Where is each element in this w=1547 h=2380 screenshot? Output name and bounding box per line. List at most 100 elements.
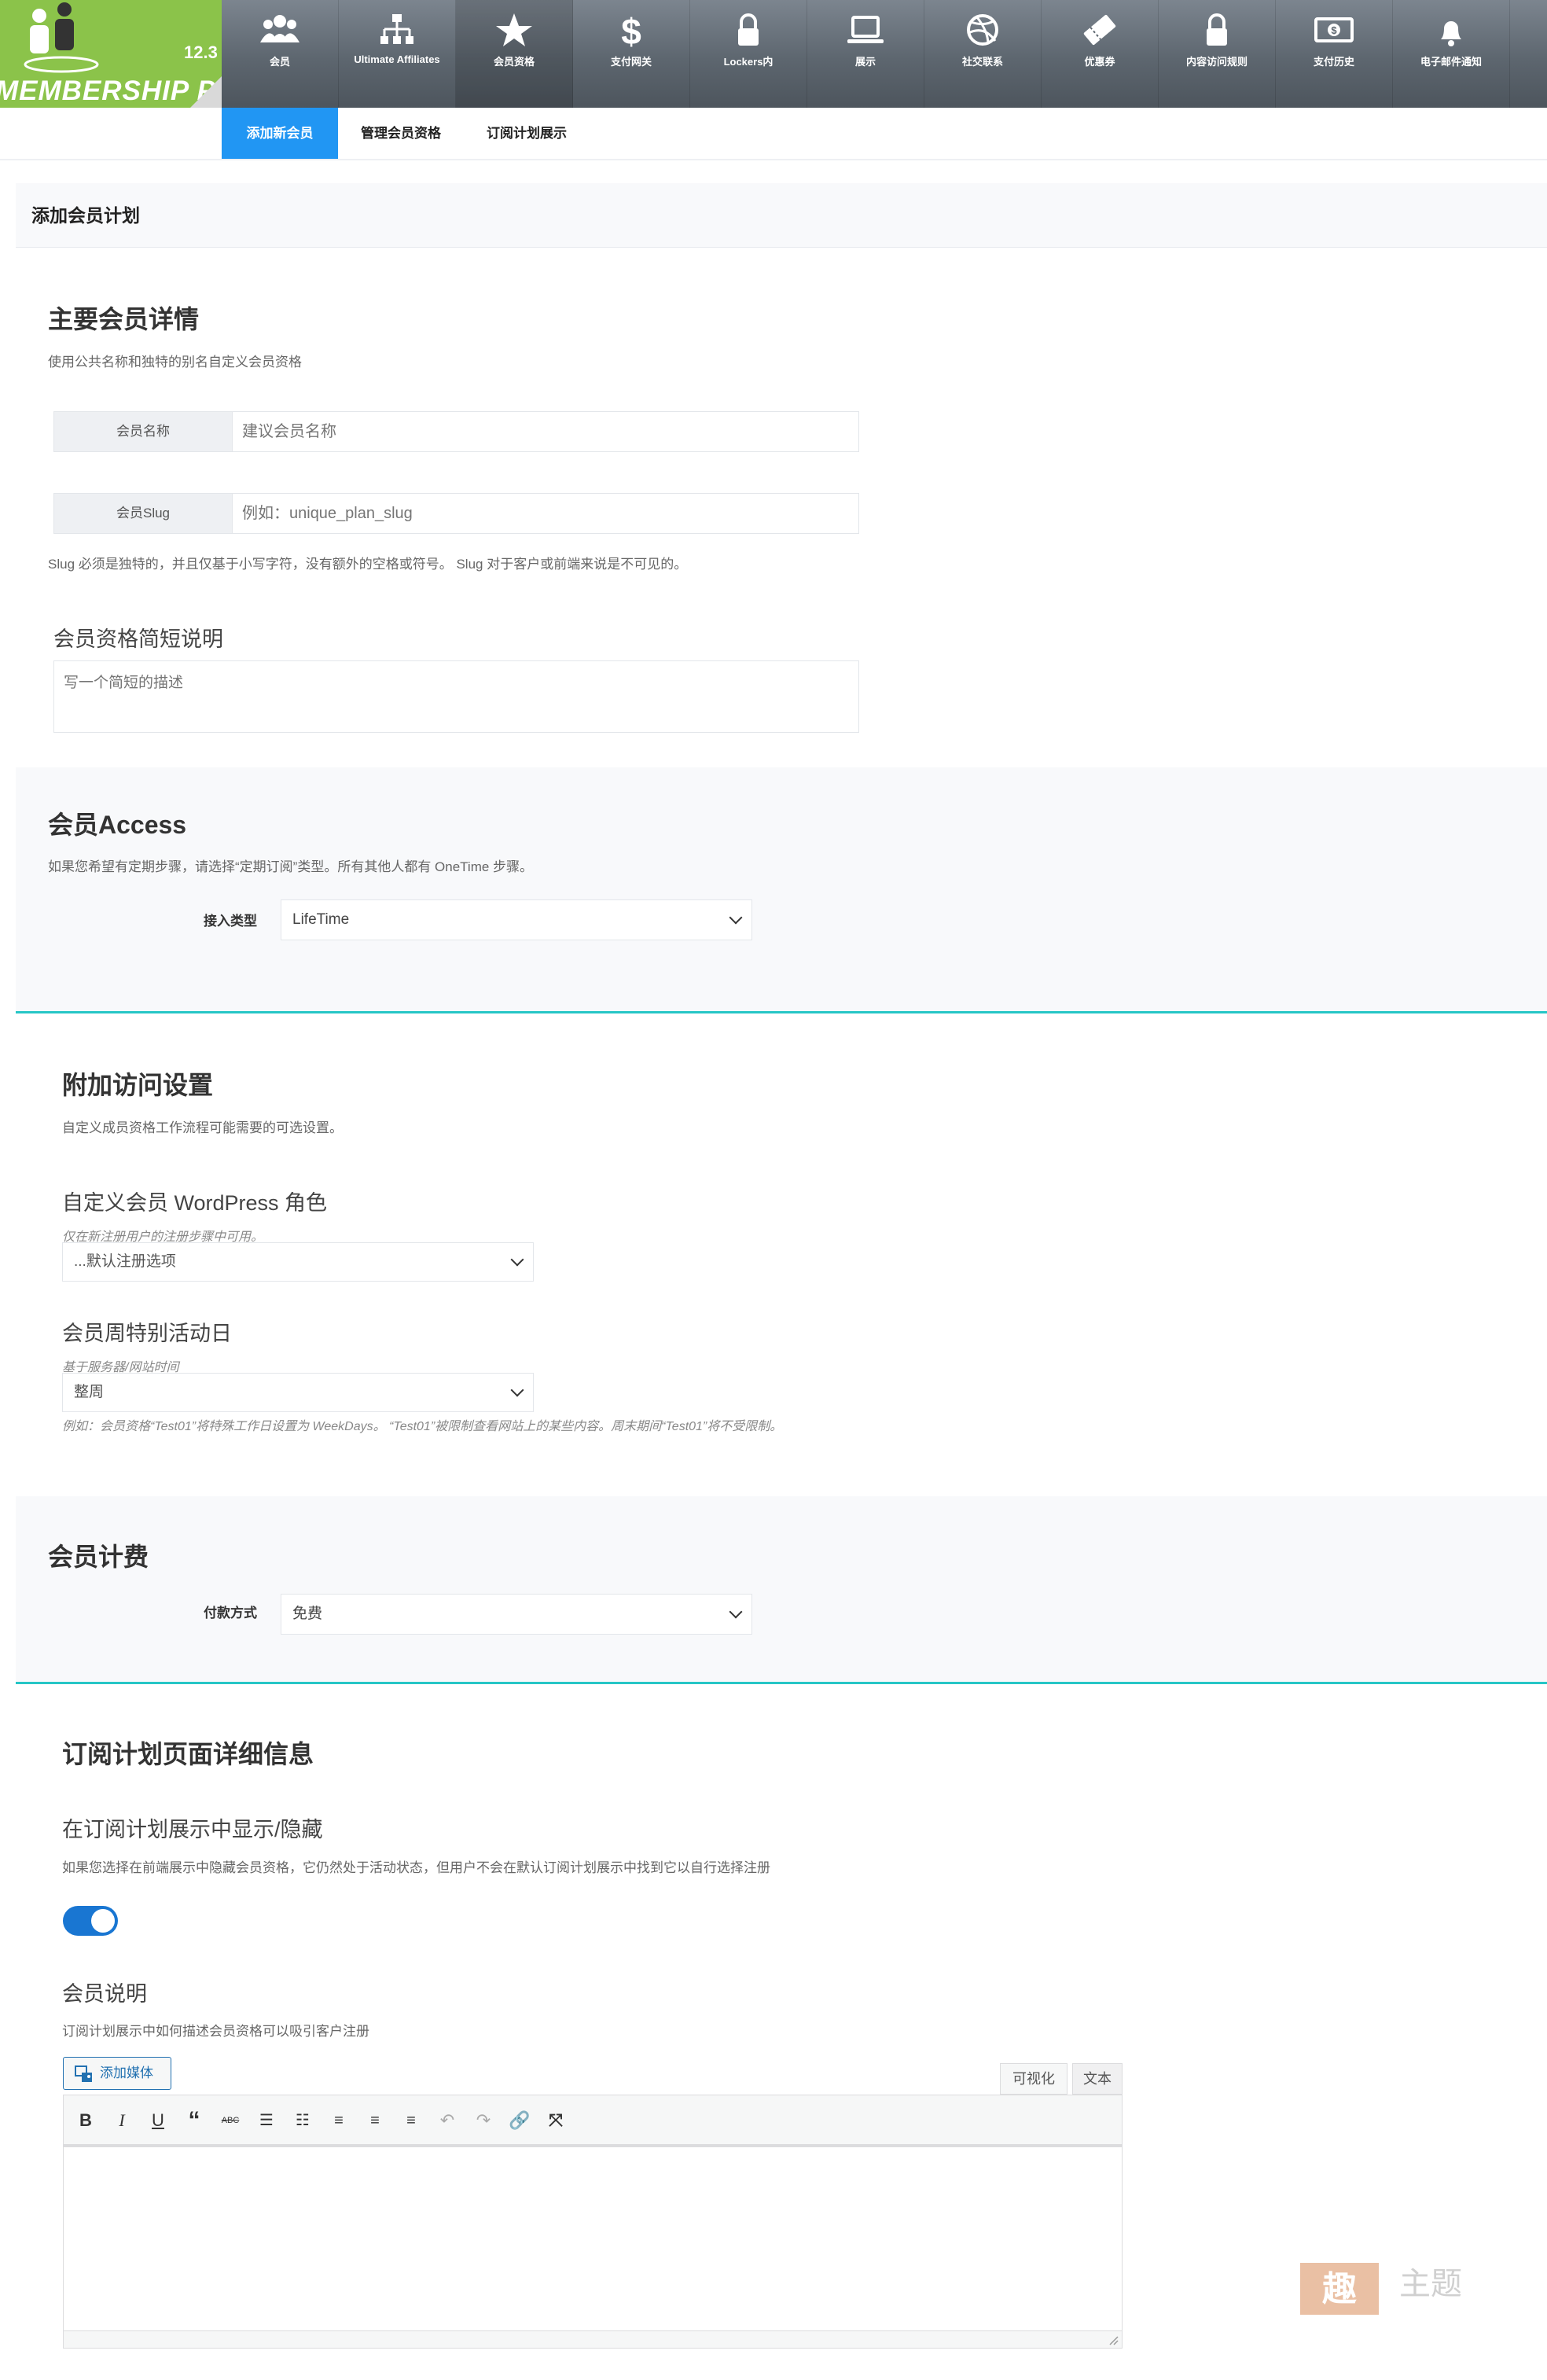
section-title: 会员计费 [48, 1543, 149, 1571]
short-description-textarea[interactable] [53, 660, 859, 733]
strikethrough-icon[interactable]: ABC [216, 2106, 244, 2135]
show-hide-title: 在订阅计划展示中显示/隐藏 [62, 1818, 323, 1841]
wordpress-role-select[interactable]: ...默认注册选项 [62, 1242, 534, 1282]
nav-item-memberships[interactable]: 会员资格 [456, 0, 573, 108]
weekday-example: 例如：会员资格“Test01”将特殊工作日设置为 WeekDays。 “Test… [62, 1420, 783, 1433]
member-description-title: 会员说明 [62, 1982, 147, 2006]
chevron-down-icon [729, 1605, 743, 1619]
editor-resize-bar[interactable] [63, 2331, 1123, 2349]
users-icon [260, 15, 299, 42]
italic-icon[interactable]: I [108, 2106, 136, 2135]
blockquote-icon[interactable]: “ [180, 2106, 208, 2135]
membership-slug-input[interactable] [232, 493, 859, 534]
bold-icon[interactable]: B [72, 2106, 100, 2135]
undo-icon[interactable]: ↶ [433, 2106, 461, 2135]
billing-section: 会员计费 付款方式 免费 [16, 1496, 1547, 1682]
svg-text:$: $ [621, 11, 641, 49]
show-hide-description: 如果您选择在前端展示中隐藏会员资格，它仍然处于活动状态，但用户不会在默认订阅计划… [62, 1860, 770, 1875]
ticket-icon [1083, 14, 1116, 46]
tab-add-new-membership[interactable]: 添加新会员 [222, 108, 338, 159]
section-title: 会员Access [48, 811, 187, 839]
access-section: 会员Access 如果您希望有定期步骤，请选择“定期订阅”类型。所有其他人都有 … [16, 767, 1547, 1011]
link-icon[interactable]: 🔗 [505, 2106, 534, 2135]
editor-toolbar: B I U “ ABC ☰ ☷ ≡ ≡ ≡ ↶ ↷ 🔗 ⤧ [63, 2095, 1123, 2146]
nav-item-lockers[interactable]: Lockers内 [690, 0, 807, 108]
editor-content-area[interactable] [63, 2146, 1123, 2331]
membership-pro-logo[interactable]: 12.3 MEMBERSHIP PRO [0, 0, 222, 108]
dollar-icon: $ [621, 11, 641, 49]
weekday-title: 会员周特别活动日 [62, 1322, 232, 1345]
resize-handle-icon[interactable] [1108, 2334, 1119, 2345]
additional-settings-section: 附加访问设置 自定义成员资格工作流程可能需要的可选设置。 自定义会员 WordP… [16, 1013, 1547, 1496]
payment-type-select[interactable]: 免费 [281, 1594, 752, 1635]
top-navigation-bar: 12.3 MEMBERSHIP PRO 会员 Ultimate Affiliat… [0, 0, 1547, 108]
nav-label: 社交联系 [961, 56, 1003, 68]
membership-name-label: 会员名称 [53, 411, 232, 452]
membership-name-input[interactable] [232, 411, 859, 452]
bell-icon [1441, 21, 1461, 46]
nav-item-payment-history[interactable]: $ 支付历史 [1276, 0, 1393, 108]
access-type-value: LifeTime [292, 911, 350, 928]
nav-item-payment-gateways[interactable]: $ 支付网关 [573, 0, 690, 108]
nav-label: 会员资格 [493, 56, 535, 68]
media-icon [75, 2065, 92, 2082]
lock-icon [738, 13, 759, 46]
nav-label: 会员 [269, 56, 290, 68]
toggle-knob [91, 1909, 115, 1933]
section-description: 如果您希望有定期步骤，请选择“定期订阅”类型。所有其他人都有 OneTime 步… [48, 859, 534, 874]
align-right-icon[interactable]: ≡ [397, 2106, 425, 2135]
nav-label: 电子邮件通知 [1420, 56, 1482, 68]
svg-text:$: $ [1331, 24, 1337, 36]
nav-item-social-login[interactable]: 社交联系 [924, 0, 1042, 108]
align-center-icon[interactable]: ≡ [361, 2106, 389, 2135]
chevron-down-icon [729, 910, 743, 925]
membership-slug-label: 会员Slug [53, 493, 232, 534]
section-description: 使用公共名称和独特的别名自定义会员资格 [48, 355, 302, 370]
money-icon: $ [1314, 17, 1354, 42]
nav-item-email-notifications[interactable]: 电子邮件通知 [1393, 0, 1510, 108]
bullet-list-icon[interactable]: ☰ [252, 2106, 281, 2135]
payment-type-label: 付款方式 [204, 1606, 257, 1620]
access-type-select[interactable]: LifeTime [281, 899, 752, 940]
section-title: 附加访问设置 [62, 1071, 214, 1099]
nav-item-members[interactable]: 会员 [222, 0, 339, 108]
main-details-section: 主要会员详情 使用公共名称和独特的别名自定义会员资格 会员名称 会员Slug S… [16, 248, 1547, 767]
fullscreen-icon[interactable]: ⤧ [542, 2106, 570, 2135]
watermark: 趣 主题 [1299, 2261, 1479, 2316]
watermark-logo: 趣 主题 [1300, 2263, 1462, 2315]
nav-item-coupons[interactable]: 优惠券 [1042, 0, 1159, 108]
lock-icon [1207, 13, 1227, 46]
show-in-showcase-toggle[interactable] [63, 1906, 118, 1936]
nav-item-access-rules[interactable]: 内容访问规则 [1159, 0, 1276, 108]
tab-visual[interactable]: 可视化 [1000, 2063, 1067, 2095]
chevron-down-icon [510, 1253, 524, 1267]
numbered-list-icon[interactable]: ☷ [288, 2106, 317, 2135]
wordpress-role-title: 自定义会员 WordPress 角色 [62, 1191, 328, 1215]
nav-item-showcases[interactable]: 展示 [807, 0, 924, 108]
tab-subscription-plan-showcase[interactable]: 订阅计划展示 [464, 108, 590, 159]
section-title: 订阅计划页面详细信息 [62, 1740, 314, 1768]
short-description-title: 会员资格简短说明 [53, 627, 223, 651]
laptop-icon [847, 16, 884, 43]
tab-text[interactable]: 文本 [1072, 2063, 1123, 2095]
svg-text:主题: 主题 [1399, 2266, 1462, 2302]
sitemap-icon [380, 14, 413, 44]
access-type-label: 接入类型 [204, 914, 257, 929]
version-label: 12.3 [184, 42, 218, 62]
add-media-label: 添加媒体 [100, 2065, 153, 2080]
underline-icon[interactable]: U [144, 2106, 172, 2135]
podium-icon [24, 56, 99, 73]
page-title-bar: 添加会员计划 [16, 183, 1547, 248]
nav-item-ultimate-affiliates[interactable]: Ultimate Affiliates [339, 0, 456, 108]
payment-type-value: 免费 [292, 1606, 323, 1622]
nav-label: 展示 [854, 56, 876, 68]
svg-text:趣: 趣 [1322, 2269, 1357, 2309]
redo-icon[interactable]: ↷ [469, 2106, 498, 2135]
slug-note: Slug 必须是独特的，并且仅基于小写字符，没有额外的空格或符号。 Slug 对… [48, 557, 688, 572]
add-media-button[interactable]: 添加媒体 [63, 2057, 171, 2090]
brand-name: MEMBERSHIP PRO [0, 75, 222, 106]
tab-manage-memberships[interactable]: 管理会员资格 [338, 108, 464, 159]
nav-label: 优惠券 [1084, 56, 1115, 68]
weekday-select[interactable]: 整周 [62, 1373, 534, 1412]
align-left-icon[interactable]: ≡ [325, 2106, 353, 2135]
